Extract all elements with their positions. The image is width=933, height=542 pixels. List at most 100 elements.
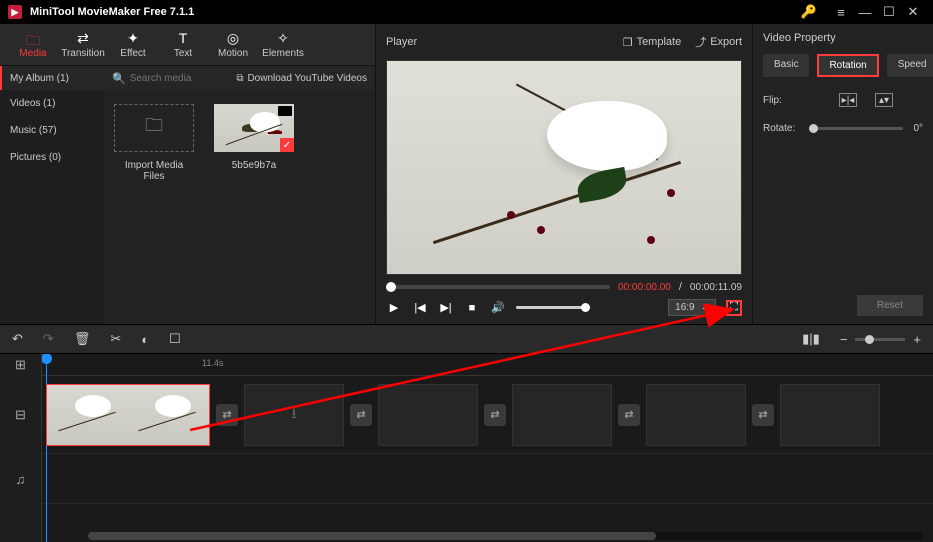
playhead[interactable] bbox=[46, 354, 47, 542]
app-title: MiniTool MovieMaker Free 7.1.1 bbox=[30, 6, 194, 18]
preview-viewport[interactable] bbox=[386, 60, 742, 275]
title-bar: ▶ MiniTool MovieMaker Free 7.1.1 🔑 ≡ — ☐… bbox=[0, 0, 933, 24]
timeline-tracks[interactable]: 11.4s ⇄ ⭳ ⇄ ⇄ ⇄ ⇄ bbox=[42, 354, 933, 542]
import-folder-icon: 🗀 bbox=[114, 104, 194, 152]
tab-elements-label: Elements bbox=[258, 48, 308, 59]
video-track-icon[interactable]: ⊟ bbox=[0, 376, 41, 454]
empty-slot[interactable] bbox=[512, 384, 612, 446]
download-label: Download YouTube Videos bbox=[247, 73, 367, 84]
transition-slot[interactable]: ⇄ bbox=[216, 404, 238, 426]
menu-button[interactable]: ≡ bbox=[829, 5, 853, 20]
tab-speed[interactable]: Speed bbox=[887, 54, 933, 77]
tab-text[interactable]: T Text bbox=[158, 26, 208, 63]
sidebar-item-album[interactable]: My Album (1) bbox=[0, 66, 104, 90]
minimize-button[interactable]: — bbox=[853, 5, 877, 20]
template-button[interactable]: ❐ Template bbox=[623, 36, 682, 49]
clip-thumbnail: ✓ bbox=[214, 104, 294, 152]
zoom-out-button[interactable]: − bbox=[840, 332, 848, 347]
transition-slot[interactable]: ⇄ bbox=[618, 404, 640, 426]
empty-slot[interactable] bbox=[646, 384, 746, 446]
fullscreen-button[interactable]: ⛶ bbox=[726, 300, 742, 316]
current-time: 00:00:00.00 bbox=[618, 282, 671, 293]
sidebar-item-music[interactable]: Music (57) bbox=[0, 117, 104, 144]
search-input[interactable] bbox=[130, 73, 230, 84]
track-headers: ⊞ ⊟ ♫ bbox=[0, 354, 42, 542]
effect-icon: ✦ bbox=[108, 30, 158, 46]
audio-track-icon[interactable]: ♫ bbox=[0, 454, 41, 504]
sidebar-item-pictures[interactable]: Pictures (0) bbox=[0, 144, 104, 171]
sidebar-item-videos[interactable]: Videos (1) bbox=[0, 90, 104, 117]
tab-transition-label: Transition bbox=[58, 48, 108, 59]
video-track[interactable]: ⇄ ⭳ ⇄ ⇄ ⇄ ⇄ bbox=[42, 376, 933, 454]
undo-button[interactable]: ↶ bbox=[12, 331, 23, 347]
next-frame-button[interactable]: ▶| bbox=[438, 300, 454, 316]
license-key-icon[interactable]: 🔑 bbox=[801, 4, 817, 20]
redo-button[interactable]: ↷ bbox=[43, 331, 54, 347]
video-badge-icon bbox=[278, 106, 292, 116]
maximize-button[interactable]: ☐ bbox=[877, 4, 901, 20]
delete-button[interactable]: 🗑 bbox=[74, 331, 91, 347]
tab-transition[interactable]: ⇄ Transition bbox=[58, 26, 108, 63]
tab-effect-label: Effect bbox=[108, 48, 158, 59]
crop-button[interactable]: ☐ bbox=[169, 331, 181, 347]
zoom-slider[interactable] bbox=[855, 338, 905, 341]
tab-effect[interactable]: ✦ Effect bbox=[108, 26, 158, 63]
video-property-panel: Video Property Basic Rotation Speed Flip… bbox=[753, 24, 933, 324]
scrub-bar[interactable]: 00:00:00.00 / 00:00:11.09 bbox=[386, 281, 742, 293]
ratio-value: 16:9 bbox=[675, 302, 694, 313]
player-label: Player bbox=[386, 36, 417, 48]
speed-button[interactable]: ◐ bbox=[141, 332, 149, 347]
empty-slot[interactable]: ⭳ bbox=[244, 384, 344, 446]
app-logo-icon: ▶ bbox=[8, 5, 22, 19]
rotate-slider[interactable] bbox=[809, 127, 903, 130]
volume-slider[interactable] bbox=[516, 306, 586, 309]
close-button[interactable]: ✕ bbox=[901, 4, 925, 20]
elements-icon: ✧ bbox=[258, 30, 308, 46]
player-panel: Player ❐ Template ⤴ Export 00:00:00.00 /… bbox=[376, 24, 753, 324]
tab-motion-label: Motion bbox=[208, 48, 258, 59]
aspect-ratio-select[interactable]: 16:9 ⌄ bbox=[668, 299, 716, 316]
download-youtube-button[interactable]: ⧉ Download YouTube Videos bbox=[236, 73, 367, 84]
tab-text-label: Text bbox=[158, 48, 208, 59]
flip-horizontal-button[interactable]: ▸|◂ bbox=[839, 93, 857, 107]
tab-media-label: Media bbox=[8, 48, 58, 59]
tab-motion[interactable]: ◎ Motion bbox=[208, 26, 258, 63]
source-toolbar: 🗀 Media ⇄ Transition ✦ Effect T Text ◎ M… bbox=[0, 24, 375, 66]
template-label: Template bbox=[637, 36, 682, 48]
tab-elements[interactable]: ✧ Elements bbox=[258, 26, 308, 63]
empty-slot[interactable] bbox=[780, 384, 880, 446]
chevron-down-icon: ⌄ bbox=[701, 302, 709, 313]
add-track-button[interactable]: ⊞ bbox=[0, 354, 41, 376]
check-icon: ✓ bbox=[280, 138, 294, 152]
flip-vertical-button[interactable]: ▴▾ bbox=[875, 93, 893, 107]
time-ruler[interactable]: 11.4s bbox=[42, 354, 933, 376]
split-button[interactable]: ✂ bbox=[110, 331, 121, 347]
import-media-tile[interactable]: 🗀 Import Media Files bbox=[114, 104, 194, 182]
media-sidebar: My Album (1) Videos (1) Music (57) Pictu… bbox=[0, 66, 104, 324]
media-clip-tile[interactable]: ✓ 5b5e9b7a bbox=[214, 104, 294, 182]
stop-button[interactable]: ■ bbox=[464, 300, 480, 316]
template-icon: ❐ bbox=[623, 36, 633, 49]
fit-button[interactable]: ▮|▮ bbox=[802, 331, 820, 347]
export-button[interactable]: ⤴ Export bbox=[695, 34, 742, 50]
transition-slot[interactable]: ⇄ bbox=[350, 404, 372, 426]
export-icon: ⤴ bbox=[695, 34, 706, 50]
zoom-control: − + bbox=[840, 332, 921, 347]
reset-button[interactable]: Reset bbox=[857, 295, 923, 316]
tab-media[interactable]: 🗀 Media bbox=[8, 26, 58, 63]
media-grid-header: 🔍 ⧉ Download YouTube Videos bbox=[104, 66, 375, 90]
tab-basic[interactable]: Basic bbox=[763, 54, 809, 77]
prev-frame-button[interactable]: |◀ bbox=[412, 300, 428, 316]
transition-slot[interactable]: ⇄ bbox=[752, 404, 774, 426]
volume-icon[interactable]: 🔊 bbox=[490, 300, 506, 316]
transition-slot[interactable]: ⇄ bbox=[484, 404, 506, 426]
time-separator: / bbox=[679, 281, 682, 293]
zoom-in-button[interactable]: + bbox=[913, 332, 921, 347]
audio-track[interactable] bbox=[42, 454, 933, 504]
total-time: 00:00:11.09 bbox=[690, 282, 742, 293]
horizontal-scrollbar[interactable] bbox=[88, 532, 923, 540]
tab-rotation[interactable]: Rotation bbox=[817, 54, 878, 77]
play-button[interactable]: ▶ bbox=[386, 300, 402, 316]
timeline-clip[interactable] bbox=[46, 384, 210, 446]
empty-slot[interactable] bbox=[378, 384, 478, 446]
